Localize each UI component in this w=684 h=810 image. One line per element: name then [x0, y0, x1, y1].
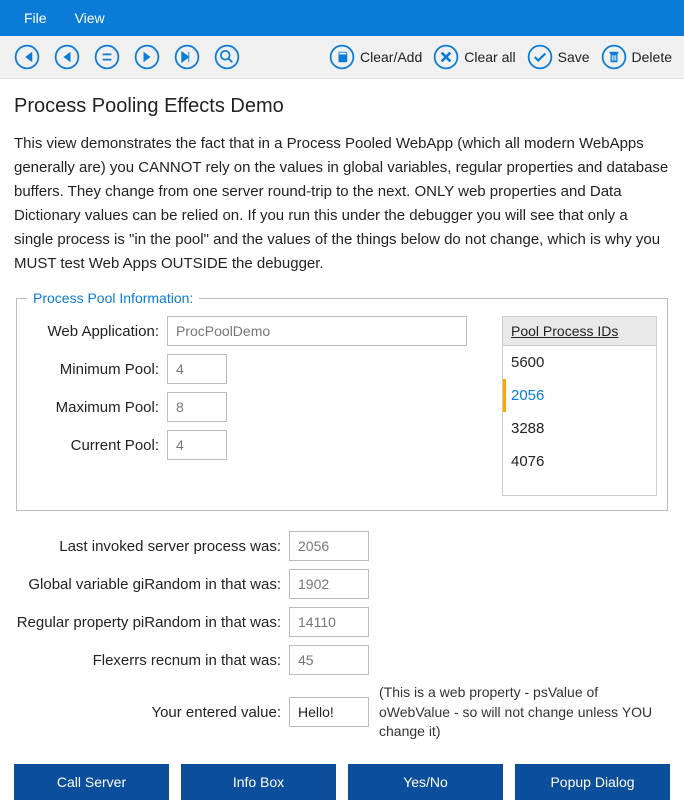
flexerrs-label: Flexerrs recnum in that was: [14, 652, 289, 669]
yes-no-button[interactable]: Yes/No [348, 764, 503, 800]
clear-all-button[interactable]: Clear all [432, 43, 515, 71]
last-proc-label: Last invoked server process was: [14, 538, 289, 555]
delete-label: Delete [632, 49, 672, 65]
list-item[interactable]: 3288 [503, 412, 656, 445]
pool-info-group: Process Pool Information: Web Applicatio… [16, 290, 668, 511]
min-pool-input[interactable] [167, 354, 227, 384]
call-server-button[interactable]: Call Server [14, 764, 169, 800]
menu-file[interactable]: File [10, 6, 61, 30]
menu-view[interactable]: View [61, 6, 119, 30]
cur-pool-input[interactable] [167, 430, 227, 460]
entered-label: Your entered value: [14, 704, 289, 721]
search-icon[interactable] [212, 42, 242, 72]
last-proc-input[interactable] [289, 531, 369, 561]
gi-random-input[interactable] [289, 569, 369, 599]
list-item[interactable]: 4076 [503, 445, 656, 478]
delete-button[interactable]: Delete [600, 43, 672, 71]
pool-info-legend: Process Pool Information: [27, 290, 199, 306]
popup-dialog-button[interactable]: Popup Dialog [515, 764, 670, 800]
clear-add-button[interactable]: Clear/Add [328, 43, 422, 71]
pool-ids-list[interactable]: 5600205632884076 [502, 346, 657, 496]
toolbar: Clear/Add Clear all Save Delete [0, 36, 684, 79]
min-pool-label: Minimum Pool: [27, 361, 167, 378]
list-item[interactable]: 5600 [503, 346, 656, 379]
first-icon[interactable] [12, 42, 42, 72]
prev-icon[interactable] [52, 42, 82, 72]
next-icon[interactable] [132, 42, 162, 72]
max-pool-input[interactable] [167, 392, 227, 422]
save-label: Save [558, 49, 590, 65]
menu-icon[interactable] [92, 42, 122, 72]
flexerrs-input[interactable] [289, 645, 369, 675]
web-app-input[interactable] [167, 316, 467, 346]
pi-random-input[interactable] [289, 607, 369, 637]
gi-random-label: Global variable giRandom in that was: [14, 576, 289, 593]
max-pool-label: Maximum Pool: [27, 399, 167, 416]
pool-ids-header: Pool Process IDs [502, 316, 657, 346]
menubar: File View [0, 0, 684, 36]
intro-text: This view demonstrates the fact that in … [14, 132, 670, 276]
clear-add-label: Clear/Add [360, 49, 422, 65]
last-icon[interactable] [172, 42, 202, 72]
entered-note: (This is a web property - psValue of oWe… [379, 683, 670, 742]
web-app-label: Web Application: [27, 323, 167, 340]
pi-random-label: Regular property piRandom in that was: [14, 614, 289, 631]
list-item[interactable]: 2056 [503, 379, 656, 412]
clear-all-label: Clear all [464, 49, 515, 65]
cur-pool-label: Current Pool: [27, 437, 167, 454]
save-button[interactable]: Save [526, 43, 590, 71]
page-title: Process Pooling Effects Demo [14, 95, 670, 118]
info-box-button[interactable]: Info Box [181, 764, 336, 800]
entered-input[interactable] [289, 697, 369, 727]
